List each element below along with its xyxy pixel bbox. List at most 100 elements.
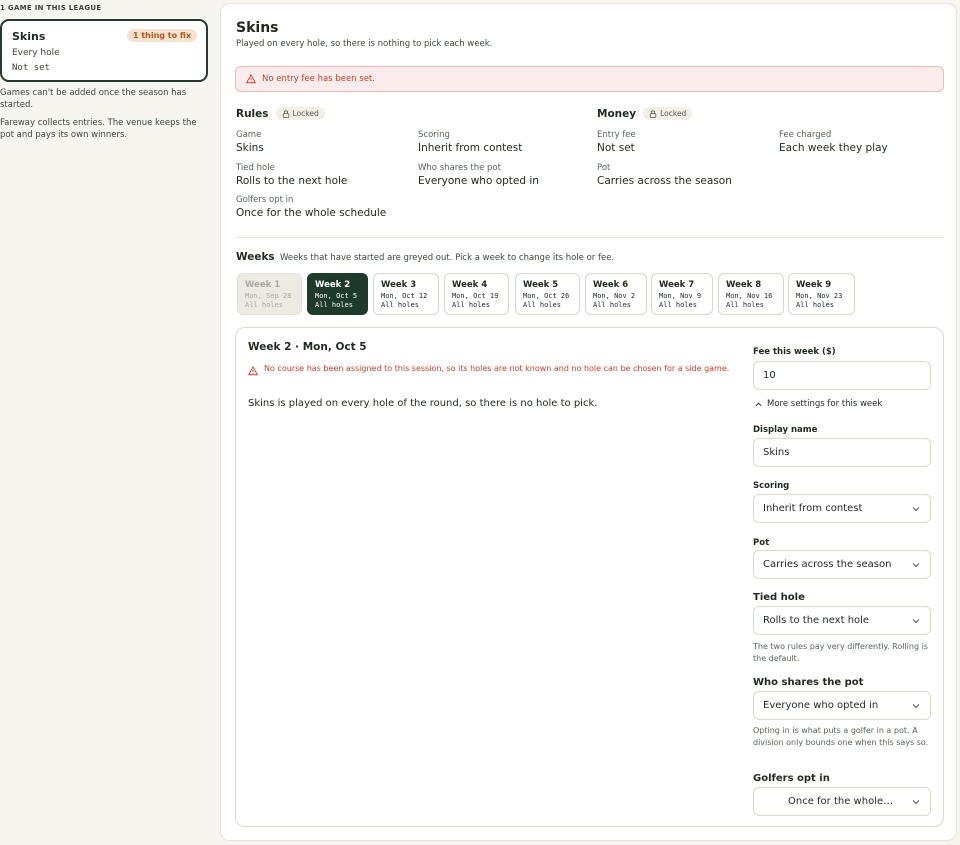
pot-select[interactable]: Carries across the season	[753, 550, 931, 579]
chevron-down-icon	[912, 507, 920, 512]
money-label-fee-charged: Fee charged	[779, 130, 832, 140]
pot-value: Carries across the season	[763, 559, 892, 570]
chevron-down-icon	[912, 800, 920, 805]
chevron-down-icon	[912, 704, 920, 709]
week-holes: All holes	[593, 301, 631, 309]
chevron-up-icon	[755, 402, 762, 406]
scoring-select[interactable]: Inherit from contest	[753, 494, 931, 523]
week-tab-4[interactable]: Week 4 Mon, Oct 19 All holes	[444, 273, 509, 315]
money-locked-chip: Locked	[643, 107, 693, 120]
tied-hole-select[interactable]: Rolls to the next hole	[753, 606, 931, 635]
rule-label-optin: Golfers opt in	[236, 195, 294, 205]
week-date: Mon, Nov 23	[796, 292, 843, 300]
week-tab-8[interactable]: Week 8 Mon, Nov 16 All holes	[718, 273, 784, 315]
entry-fee-alert: No entry fee has been set.	[235, 66, 944, 92]
week-date: Mon, Sep 28	[245, 292, 292, 300]
scoring-label: Scoring	[753, 481, 790, 491]
week-tab-1: Week 1 Mon, Sep 28 All holes	[237, 273, 302, 315]
week-tab-2[interactable]: Week 2 Mon, Oct 5 All holes	[307, 273, 368, 315]
share-pot-select[interactable]: Everyone who opted in	[753, 691, 931, 720]
game-settings-panel: Skins Played on every hole, so there is …	[220, 3, 957, 841]
share-pot-hint: Opting in is what puts a golfer in a pot…	[753, 726, 929, 747]
rule-label-scoring: Scoring	[418, 130, 450, 140]
week-label: Week 8	[726, 280, 762, 290]
fee-label: Fee this week ($)	[753, 347, 836, 357]
opt-in-value: Once for the whole…	[788, 796, 894, 807]
alert-text: No entry fee has been set.	[262, 74, 375, 84]
money-value-entry-fee: Not set	[597, 142, 635, 154]
rules-title: Rules	[236, 107, 269, 120]
share-pot-value: Everyone who opted in	[763, 700, 879, 711]
week-date: Mon, Nov 2	[593, 292, 636, 300]
tied-hole-hint: The two rules pay very differently. Roll…	[753, 642, 928, 663]
warning-triangle-icon	[248, 366, 258, 376]
fee-input-value: 10	[763, 370, 776, 381]
fee-input[interactable]: 10	[753, 361, 931, 390]
rule-value-share: Everyone who opted in	[418, 175, 539, 187]
rules-header: Rules Locked	[236, 107, 325, 120]
fix-badge: 1 thing to fix	[126, 29, 197, 42]
game-card-hole: Every hole	[12, 48, 60, 58]
money-title: Money	[597, 107, 637, 120]
week-tab-5[interactable]: Week 5 Mon, Oct 26 All holes	[515, 273, 580, 315]
weeks-title: Weeks	[236, 251, 275, 263]
opt-in-label: Golfers opt in	[753, 773, 830, 784]
week-label: Week 3	[381, 280, 417, 290]
rule-value-tied: Rolls to the next hole	[236, 175, 348, 187]
chevron-down-icon	[912, 563, 920, 568]
money-label-entry-fee: Entry fee	[597, 130, 636, 140]
rule-value-scoring: Inherit from contest	[418, 142, 523, 154]
sidebar-note-fareway: Fareway collects entries. The venue keep…	[0, 118, 197, 140]
lock-label: Locked	[660, 109, 687, 118]
pot-label: Pot	[753, 538, 770, 548]
share-pot-label: Who shares the pot	[753, 677, 864, 688]
rules-locked-chip: Locked	[275, 107, 325, 120]
week-label: Week 5	[523, 280, 559, 290]
week-date: Mon, Oct 26	[523, 292, 570, 300]
page-title: Skins	[236, 20, 279, 36]
game-card-skins[interactable]: Skins 1 thing to fix Every hole Not set	[0, 19, 208, 82]
rule-label-game: Game	[236, 130, 262, 140]
game-card-name: Skins	[12, 30, 46, 43]
week-detail-title: Week 2 · Mon, Oct 5	[248, 341, 367, 353]
more-settings-label: More settings for this week	[767, 399, 883, 409]
week-holes: All holes	[796, 301, 834, 309]
week-label: Week 4	[452, 280, 488, 290]
opt-in-select[interactable]: Once for the whole…	[753, 787, 931, 816]
rule-value-optin: Once for the whole schedule	[236, 207, 387, 219]
sidebar-heading: 1 GAME IN THIS LEAGUE	[0, 4, 102, 12]
rule-value-game: Skins	[236, 142, 264, 154]
display-name-label: Display name	[753, 425, 818, 435]
lock-label: Locked	[292, 109, 319, 118]
rule-label-share: Who shares the pot	[418, 163, 501, 173]
chevron-down-icon	[912, 619, 920, 624]
week-tab-3[interactable]: Week 3 Mon, Oct 12 All holes	[373, 273, 439, 315]
week-holes: All holes	[381, 301, 419, 309]
lock-icon	[649, 109, 657, 118]
week-date: Mon, Nov 16	[726, 292, 773, 300]
warning-triangle-icon	[246, 74, 256, 84]
week-holes: All holes	[245, 301, 283, 309]
sidebar-note-season: Games can't be added once the season has…	[0, 88, 187, 110]
week-holes: All holes	[726, 301, 764, 309]
week-holes: All holes	[523, 301, 561, 309]
week-holes: All holes	[452, 301, 490, 309]
week-label: Week 6	[593, 280, 629, 290]
display-name-value: Skins	[763, 447, 790, 458]
lock-icon	[282, 109, 289, 118]
no-course-warning: No course has been assigned to this sess…	[264, 364, 730, 373]
week-detail-panel: Week 2 · Mon, Oct 5 No course has been a…	[235, 327, 944, 827]
week-tab-7[interactable]: Week 7 Mon, Nov 9 All holes	[651, 273, 713, 315]
money-label-pot: Pot	[597, 163, 611, 173]
week-tab-6[interactable]: Week 6 Mon, Nov 2 All holes	[585, 273, 647, 315]
scoring-value: Inherit from contest	[763, 503, 863, 514]
week-detail-body: Skins is played on every hole of the rou…	[248, 398, 598, 409]
week-label: Week 2	[315, 280, 351, 290]
section-divider	[236, 237, 944, 238]
more-settings-toggle[interactable]: More settings for this week	[755, 399, 882, 409]
week-date: Mon, Oct 19	[452, 292, 499, 300]
week-tab-9[interactable]: Week 9 Mon, Nov 23 All holes	[788, 273, 855, 315]
money-value-pot: Carries across the season	[597, 175, 732, 187]
money-header: Money Locked	[597, 107, 693, 120]
display-name-input[interactable]: Skins	[753, 438, 931, 467]
